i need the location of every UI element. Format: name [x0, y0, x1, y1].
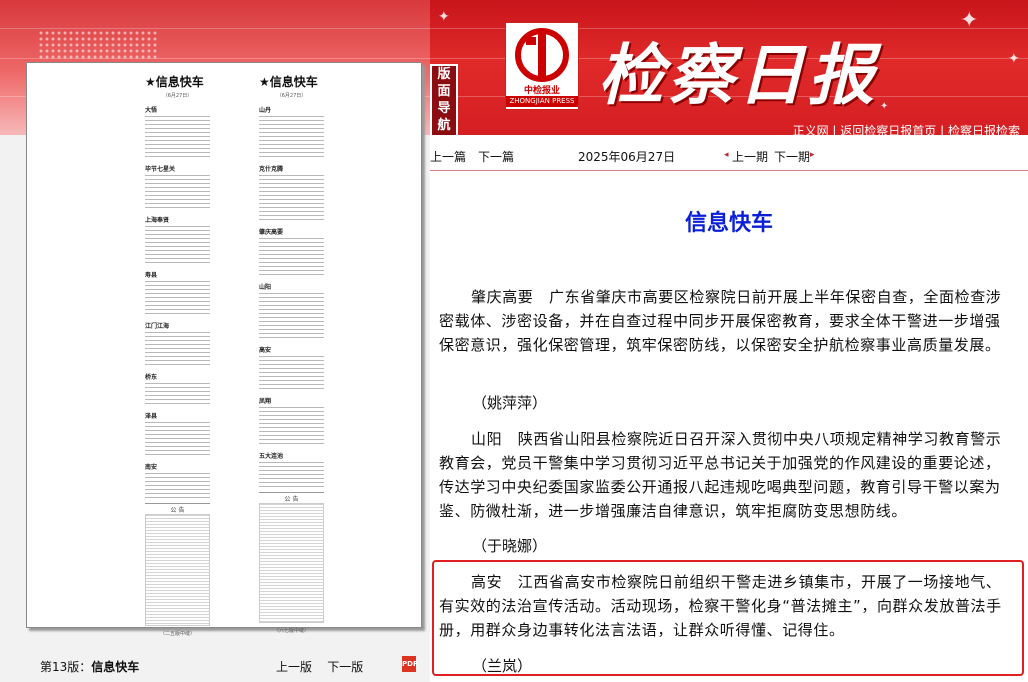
- next-page-link[interactable]: 下一版: [327, 660, 363, 674]
- article-nav-bar: 上一篇 下一篇 2025年06月27日 ◂ 上一期 下一期 ▸: [430, 145, 1028, 167]
- article-author: （于晓娜）: [472, 537, 548, 555]
- thumb-text-lines: [259, 356, 324, 390]
- thumb-text-lines: [145, 226, 210, 264]
- thumb-notice-label: 公 告: [259, 492, 324, 503]
- thumb-column-left: ★信息快车 （6月27日） 大悟 毕节七星关 上海奉贤 寿县 江门江海 桥东 泽…: [145, 73, 210, 637]
- thumb-column-foot: （六七版中缝）: [273, 628, 309, 634]
- pdf-icon[interactable]: PDF: [402, 656, 418, 672]
- thumb-item-head: 寿县: [145, 272, 158, 279]
- thumb-column-date: （6月27日）: [276, 93, 307, 99]
- thumb-notice-label: 公 告: [145, 503, 210, 514]
- article-paragraph: 高安 江西省高安市检察院日前组织干警走进乡镇集市，开展了一场接地气、有实效的法治…: [439, 573, 1002, 639]
- logo-text-cn: 中检报业: [523, 86, 560, 96]
- sparkle-icon: ✦: [960, 8, 979, 33]
- thumb-notice-box: [259, 503, 324, 623]
- logo-emblem-icon: [515, 28, 569, 82]
- thumb-text-lines: [259, 238, 324, 276]
- next-issue-link[interactable]: 下一期: [774, 148, 810, 165]
- thumb-item-head: 上海奉贤: [145, 217, 170, 224]
- newspaper-brand: 检察日报: [598, 36, 878, 114]
- prev-page-link[interactable]: 上一版: [276, 660, 312, 674]
- thumb-text-lines: [145, 332, 210, 366]
- thumb-column-foot: （二五版中缝）: [159, 631, 195, 637]
- prev-issue-link[interactable]: 上一期: [732, 148, 768, 165]
- thumb-text-lines: [259, 407, 324, 445]
- article-author: （兰岚）: [472, 657, 533, 675]
- thumb-item-head: 山阳: [259, 284, 272, 291]
- thumb-column-title: ★信息快车: [259, 75, 318, 89]
- thumb-text-lines: [145, 116, 210, 158]
- thumb-text-lines: [259, 293, 324, 339]
- banner-dot-pattern: [38, 30, 158, 60]
- nav-divider: [430, 170, 1028, 171]
- page-name-link[interactable]: 信息快车: [91, 660, 139, 674]
- thumb-text-lines: [259, 462, 324, 488]
- sparkle-icon: ✦: [1008, 51, 1020, 67]
- link-home[interactable]: 返回检察日报首页: [840, 124, 936, 135]
- sparkle-icon: ✦: [438, 9, 450, 25]
- next-article-link[interactable]: 下一篇: [478, 148, 514, 165]
- thumb-item-head: 毕节七星关: [145, 166, 176, 173]
- page-pager: 上一版 下一版: [276, 658, 363, 675]
- page-indicator: 第13版：信息快车: [40, 658, 139, 675]
- issue-date: 2025年06月27日: [578, 150, 676, 164]
- arrow-right-icon: ▸: [810, 150, 815, 160]
- top-links: 正义网 | 返回检察日报首页 | 检察日报检索: [793, 122, 1020, 135]
- thumb-column-date: （6月27日）: [162, 93, 193, 99]
- thumb-item-head: 凤翔: [259, 398, 272, 405]
- thumb-item-head: 大悟: [145, 107, 158, 114]
- page-thumbnail[interactable]: ★信息快车 （6月27日） 大悟 毕节七星关 上海奉贤 寿县 江门江海 桥东 泽…: [26, 62, 422, 637]
- thumb-column-right: ★信息快车 （6月27日） 山丹 克什克腾 肇庆高要 山阳 高安 凤翔 五大连池…: [259, 73, 324, 634]
- sparkle-icon: ✦: [880, 101, 889, 112]
- thumb-item-head: 高安: [259, 347, 272, 354]
- thumb-text-lines: [259, 116, 324, 158]
- article-title: 信息快车: [684, 211, 773, 236]
- thumb-item-head: 泽县: [145, 413, 158, 420]
- article-paragraph: 肇庆高要 广东省肇庆市高要区检察院日前开展上半年保密自查，全面检查涉密载体、涉密…: [439, 288, 1002, 354]
- link-search[interactable]: 检察日报检索: [948, 124, 1020, 135]
- thumb-column-title: ★信息快车: [145, 75, 204, 89]
- thumb-text-lines: [145, 383, 210, 405]
- thumb-text-lines: [259, 175, 324, 221]
- thumb-item-head: 桥东: [145, 374, 158, 381]
- arrow-left-icon: ◂: [724, 150, 729, 160]
- link-zhengyi[interactable]: 正义网: [793, 124, 829, 135]
- layout-nav-badge: 版面导航: [430, 64, 458, 135]
- thumb-text-lines: [145, 281, 210, 315]
- press-logo[interactable]: 中检报业 ZHONGJIAN PRESS: [505, 22, 579, 110]
- thumb-item-head: 克什克腾: [259, 166, 284, 173]
- thumb-notice-box: [145, 514, 210, 626]
- thumb-item-head: 江门江海: [145, 323, 170, 330]
- thumb-text-lines: [145, 422, 210, 456]
- page-number-label: 第13版：: [40, 660, 92, 674]
- logo-text-en: ZHONGJIAN PRESS: [506, 96, 578, 107]
- thumb-item-head: 山丹: [259, 107, 272, 114]
- thumb-item-head: 南安: [145, 464, 158, 471]
- thumb-text-lines: [145, 175, 210, 209]
- thumb-item-head: 五大连池: [259, 453, 284, 460]
- thumb-text-lines: [145, 473, 210, 499]
- prev-article-link[interactable]: 上一篇: [430, 148, 466, 165]
- article-author: （姚萍萍）: [472, 394, 548, 412]
- article-paragraph: 山阳 陕西省山阳县检察院近日召开深入贯彻中央八项规定精神学习教育警示教育会，党员…: [439, 430, 1002, 520]
- link-separator: |: [940, 124, 948, 135]
- thumb-item-head: 肇庆高要: [259, 229, 284, 236]
